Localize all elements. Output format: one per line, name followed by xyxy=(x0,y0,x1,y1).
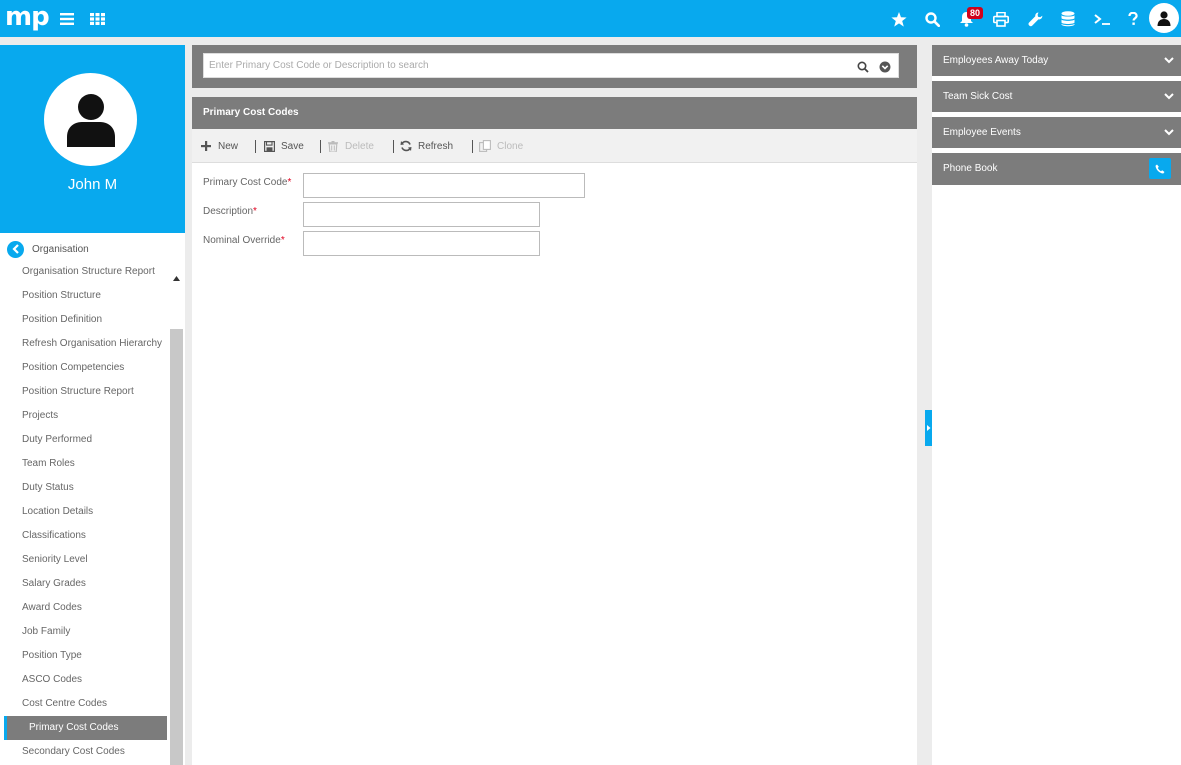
profile-avatar[interactable] xyxy=(44,73,137,166)
profile-name: John M xyxy=(67,176,118,193)
sidebar-item[interactable]: Salary Grades xyxy=(22,576,86,592)
sidebar-item[interactable]: Refresh Organisation Hierarchy xyxy=(22,336,162,352)
clone-copy-icon xyxy=(479,140,491,152)
refresh-button[interactable]: Refresh xyxy=(400,129,453,163)
plus-icon xyxy=(200,140,212,152)
help-icon[interactable] xyxy=(1122,8,1144,30)
sidebar-item[interactable]: Job Family xyxy=(22,624,70,640)
phone-book-panel[interactable]: Phone Book xyxy=(932,153,1181,185)
chevron-down-icon[interactable] xyxy=(1163,90,1175,102)
toolbar: New Save Delete Refresh Clone xyxy=(192,129,917,163)
employees-away-today-panel[interactable]: Employees Away Today xyxy=(932,45,1181,76)
primary-cost-code-label: Primary Cost Code* xyxy=(203,177,292,188)
sidebar-scrollbar[interactable] xyxy=(170,329,183,765)
sidebar-item[interactable]: Primary Cost Codes xyxy=(4,716,167,740)
sidebar-item[interactable]: Duty Status xyxy=(22,480,74,496)
menu-icon[interactable] xyxy=(56,8,78,30)
search-input[interactable]: Enter Primary Cost Code or Description t… xyxy=(203,53,899,78)
search-bar: Enter Primary Cost Code or Description t… xyxy=(192,45,917,88)
sidebar-item[interactable]: Classifications xyxy=(22,528,86,544)
required-marker: * xyxy=(287,177,292,188)
save-button[interactable]: Save xyxy=(263,129,304,163)
nominal-override-field[interactable] xyxy=(303,231,540,256)
sidebar-item[interactable]: Team Roles xyxy=(22,456,75,472)
user-silhouette-icon xyxy=(66,93,115,147)
sidebar-item[interactable]: Seniority Level xyxy=(22,552,88,568)
sidebar-item[interactable]: Location Details xyxy=(22,504,93,520)
sidebar-item[interactable]: Position Structure xyxy=(22,288,101,304)
toolbar-separator xyxy=(393,140,394,153)
user-avatar-icon[interactable] xyxy=(1149,3,1179,33)
sidebar-item[interactable]: Cost Centre Codes xyxy=(22,696,107,712)
scroll-up-arrow-icon[interactable] xyxy=(172,270,181,281)
save-label: Save xyxy=(281,140,304,152)
description-label: Description* xyxy=(203,206,257,217)
print-icon[interactable] xyxy=(990,8,1012,30)
sidebar-nav: Organisation Organisation Structure Repo… xyxy=(0,233,185,765)
sidebar-item[interactable]: Position Competencies xyxy=(22,360,124,376)
primary-cost-codes-card: Primary Cost Codes New Save Delete Refre… xyxy=(192,97,917,765)
toolbar-separator xyxy=(472,140,473,153)
team-sick-cost-title: Team Sick Cost xyxy=(943,91,1013,102)
database-icon[interactable] xyxy=(1057,8,1079,30)
sidebar-item[interactable]: Duty Performed xyxy=(22,432,92,448)
team-sick-cost-panel[interactable]: Team Sick Cost xyxy=(932,81,1181,112)
sidebar-item[interactable]: Secondary Cost Codes xyxy=(22,744,125,760)
phone-book-title: Phone Book xyxy=(943,163,998,174)
nominal-override-label: Nominal Override* xyxy=(203,235,285,246)
sidebar-item[interactable]: Position Type xyxy=(22,648,82,664)
new-label: New xyxy=(218,140,239,152)
nav-back-label: Organisation xyxy=(32,243,89,255)
description-field[interactable] xyxy=(303,202,540,227)
chevron-down-icon[interactable] xyxy=(1163,54,1175,66)
chevron-down-circle-icon[interactable] xyxy=(879,60,891,78)
profile-panel: John M xyxy=(0,45,185,233)
clone-button[interactable]: Clone xyxy=(479,129,523,163)
clone-label: Clone xyxy=(497,140,524,152)
sidebar-item[interactable]: Organisation Structure Report xyxy=(22,264,155,280)
chevron-down-icon[interactable] xyxy=(1163,126,1175,138)
notification-count-badge: 80 xyxy=(967,7,984,19)
employees-away-today-title: Employees Away Today xyxy=(943,55,1049,66)
search-icon[interactable] xyxy=(921,8,943,30)
card-title: Primary Cost Codes xyxy=(192,97,917,129)
sidebar-item[interactable]: ASCO Codes xyxy=(22,672,82,688)
nav-back-organisation[interactable]: Organisation xyxy=(7,240,89,258)
sidebar-item[interactable]: Position Structure Report xyxy=(22,384,134,400)
primary-cost-code-field[interactable] xyxy=(303,173,585,198)
new-button[interactable]: New xyxy=(200,129,238,163)
sidebar-item[interactable]: Projects xyxy=(22,408,58,424)
top-bar: mp 80 xyxy=(0,0,1181,37)
toolbar-separator xyxy=(255,140,256,153)
required-marker: * xyxy=(280,235,285,246)
apps-grid-icon[interactable] xyxy=(86,8,108,30)
refresh-icon xyxy=(400,140,412,152)
chevron-right-icon xyxy=(927,425,931,431)
delete-button[interactable]: Delete xyxy=(327,129,374,163)
right-panel-toggle[interactable] xyxy=(925,410,932,446)
sidebar-item[interactable]: Position Definition xyxy=(22,312,102,328)
save-disk-icon xyxy=(263,140,275,152)
employee-events-panel[interactable]: Employee Events xyxy=(932,117,1181,148)
favourites-star-icon[interactable] xyxy=(888,8,910,30)
search-icon[interactable] xyxy=(857,60,869,78)
trash-icon xyxy=(327,140,339,152)
app-logo[interactable]: mp xyxy=(5,2,50,32)
employee-events-title: Employee Events xyxy=(943,127,1021,138)
back-chevron-icon[interactable] xyxy=(7,240,24,258)
phone-icon[interactable] xyxy=(1149,158,1171,179)
toolbar-separator xyxy=(320,140,321,153)
terminal-icon[interactable] xyxy=(1091,8,1113,30)
refresh-label: Refresh xyxy=(418,140,454,152)
tools-wrench-icon[interactable] xyxy=(1024,8,1046,30)
sidebar-item[interactable]: Award Codes xyxy=(22,600,82,616)
required-marker: * xyxy=(253,206,257,217)
delete-label: Delete xyxy=(345,140,374,152)
right-panel: Employees Away Today Team Sick Cost Empl… xyxy=(932,45,1181,765)
